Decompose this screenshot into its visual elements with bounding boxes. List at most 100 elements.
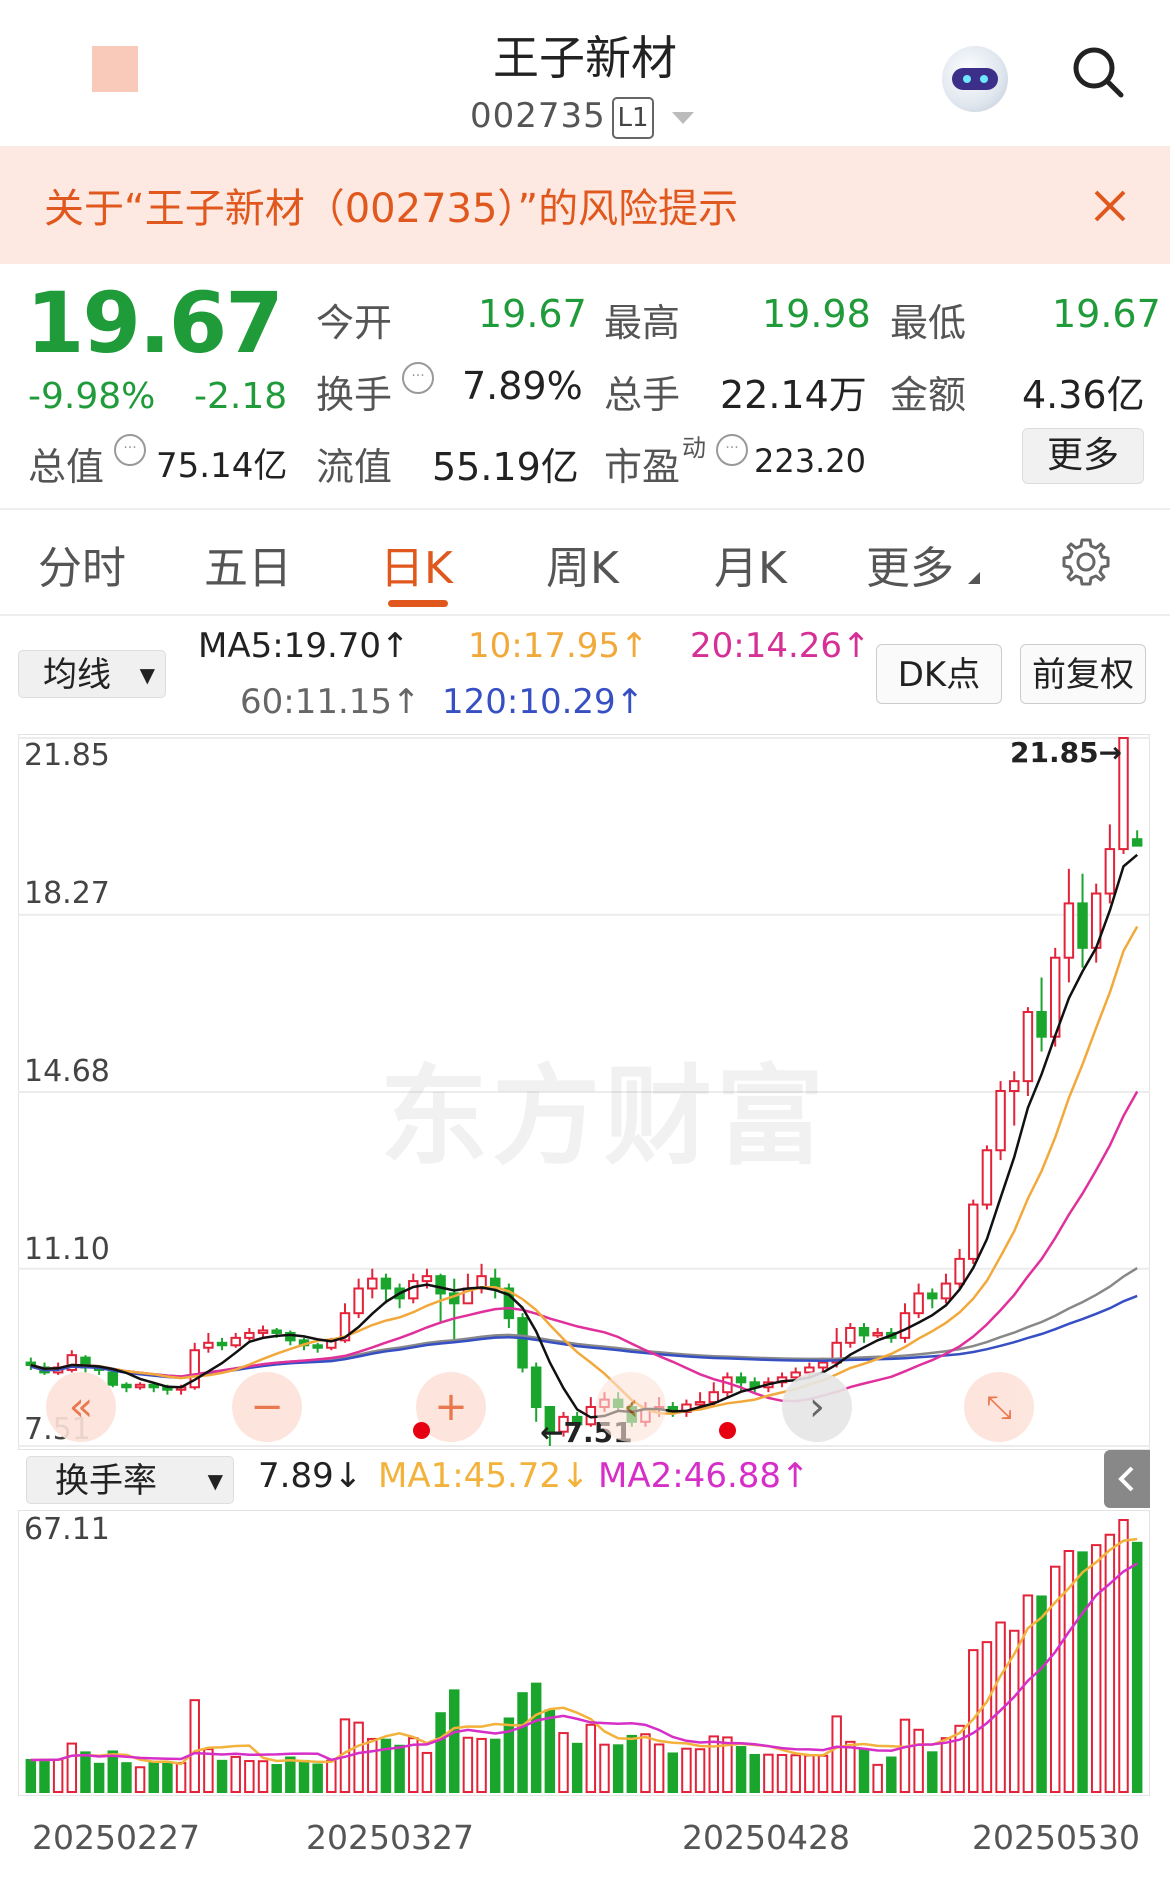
info-icon[interactable]: ··· — [114, 434, 146, 466]
turnover-bar — [858, 1749, 870, 1793]
pe-value: 223.20 — [754, 442, 866, 480]
candle — [954, 1257, 965, 1285]
candle — [940, 1282, 952, 1300]
turnover-bar — [476, 1737, 487, 1793]
candle — [1063, 902, 1075, 959]
candle — [530, 1366, 542, 1408]
tab-weekly-k[interactable]: 周K — [546, 532, 619, 596]
fullscreen-icon[interactable]: ⤡ — [964, 1372, 1034, 1442]
tab-monthly-k[interactable]: 月K — [714, 532, 787, 596]
y-label: 21.85 — [24, 738, 110, 773]
turnover-bar — [694, 1748, 706, 1794]
candle — [1022, 1011, 1034, 1083]
turnover-chart[interactable] — [18, 1510, 1150, 1796]
rewind-icon[interactable]: « — [46, 1372, 116, 1442]
candle — [1009, 1080, 1020, 1093]
candle — [271, 1329, 282, 1334]
high-value: 19.98 — [762, 292, 871, 336]
float-cap-label: 流值 — [316, 445, 393, 489]
candle — [845, 1327, 856, 1344]
zoom-out-icon[interactable]: − — [232, 1372, 302, 1442]
risk-warning-text[interactable]: 关于“王子新材（002735）”的风险提示 — [44, 176, 738, 234]
event-marker-dot[interactable] — [719, 1422, 736, 1439]
turnover-bar — [271, 1764, 282, 1794]
change-percent: -9.98% — [28, 376, 156, 417]
candle — [353, 1287, 364, 1315]
low-value: 19.67 — [1052, 292, 1161, 336]
turnover-bar — [93, 1762, 105, 1793]
stock-code: 002735 — [470, 96, 606, 136]
candle — [817, 1361, 829, 1369]
turnover-bar — [913, 1728, 924, 1793]
last-price: 19.67 — [26, 274, 284, 372]
turnover-bar — [749, 1753, 760, 1793]
tab-daily-k[interactable]: 日K — [380, 532, 453, 596]
turnover-bar — [612, 1744, 624, 1793]
ma120-value: 120:10.29↑ — [442, 682, 645, 722]
close-icon[interactable] — [1090, 186, 1130, 226]
turnover-bar — [25, 1759, 37, 1794]
dk-point-button[interactable]: DK点 — [876, 644, 1002, 704]
candle — [913, 1292, 924, 1315]
volume-label: 总手 — [604, 373, 681, 417]
amount-value: 4.36亿 — [1022, 373, 1145, 417]
more-quote-button[interactable]: 更多 — [1022, 428, 1144, 484]
volume-value: 22.14万 — [720, 373, 867, 417]
turnover-bar — [776, 1753, 788, 1793]
indicator-dropdown[interactable]: 换手率 ▼ — [26, 1456, 234, 1504]
candle — [421, 1275, 433, 1283]
turnover-bar — [517, 1692, 528, 1794]
turnover-bar — [326, 1759, 337, 1793]
change-amount: -2.18 — [194, 376, 288, 417]
chevron-left-icon — [1118, 1466, 1134, 1492]
chevron-right-icon[interactable]: › — [782, 1372, 852, 1442]
search-icon[interactable] — [1072, 46, 1124, 98]
info-icon[interactable]: ··· — [402, 362, 434, 394]
candle — [148, 1383, 159, 1389]
candle — [517, 1317, 528, 1369]
turnover-bar — [39, 1758, 50, 1794]
candle — [134, 1383, 146, 1389]
turnover-label: 换手 — [316, 373, 393, 417]
ma-dropdown[interactable]: 均线 ▼ — [18, 650, 166, 698]
candle — [899, 1312, 911, 1339]
turnover-rate-value: 7.89↓ — [258, 1456, 363, 1496]
turnover-bar — [899, 1718, 911, 1793]
indicator-dropdown-label: 换手率 — [55, 1461, 157, 1501]
adjust-button[interactable]: 前复权 — [1020, 644, 1146, 704]
candle — [1131, 838, 1143, 847]
turnover-bar — [162, 1762, 173, 1793]
collapse-panel-button[interactable] — [1104, 1450, 1150, 1508]
turnover-bar — [394, 1744, 405, 1793]
tab-five-day[interactable]: 五日 — [204, 532, 292, 596]
chevron-down-icon[interactable] — [672, 112, 694, 124]
candle — [1036, 1011, 1047, 1038]
amount-label: 金额 — [890, 373, 967, 417]
turnover-bar — [367, 1737, 378, 1793]
candle — [1104, 848, 1116, 895]
candle — [1077, 902, 1088, 949]
pe-label: 市盈 — [604, 445, 681, 489]
turnover-bar — [80, 1751, 91, 1794]
gear-icon[interactable] — [1060, 536, 1112, 588]
turnover-bar — [845, 1740, 856, 1793]
turnover-bar — [462, 1736, 474, 1794]
candle — [257, 1329, 269, 1334]
pe-dynamic-sup: 动 — [682, 434, 706, 462]
divider — [0, 508, 1170, 510]
x-date-label: 20250327 — [306, 1818, 474, 1857]
market-cap-label: 总值 — [28, 445, 105, 489]
turnover-bar — [544, 1709, 556, 1793]
tab-intraday[interactable]: 分时 — [38, 532, 126, 596]
turnover-bar — [285, 1756, 296, 1793]
info-icon[interactable]: ··· — [716, 434, 748, 466]
turnover-bar — [640, 1733, 651, 1794]
candle — [367, 1277, 378, 1290]
chevron-left-icon[interactable]: ‹ — [596, 1372, 666, 1442]
candle — [708, 1391, 719, 1404]
turnover-bar — [681, 1747, 692, 1794]
market-cap-value: 75.14亿 — [156, 446, 288, 486]
tab-more[interactable]: 更多 — [866, 532, 954, 596]
event-marker-dot[interactable] — [413, 1422, 430, 1439]
turnover-bar — [52, 1758, 64, 1793]
